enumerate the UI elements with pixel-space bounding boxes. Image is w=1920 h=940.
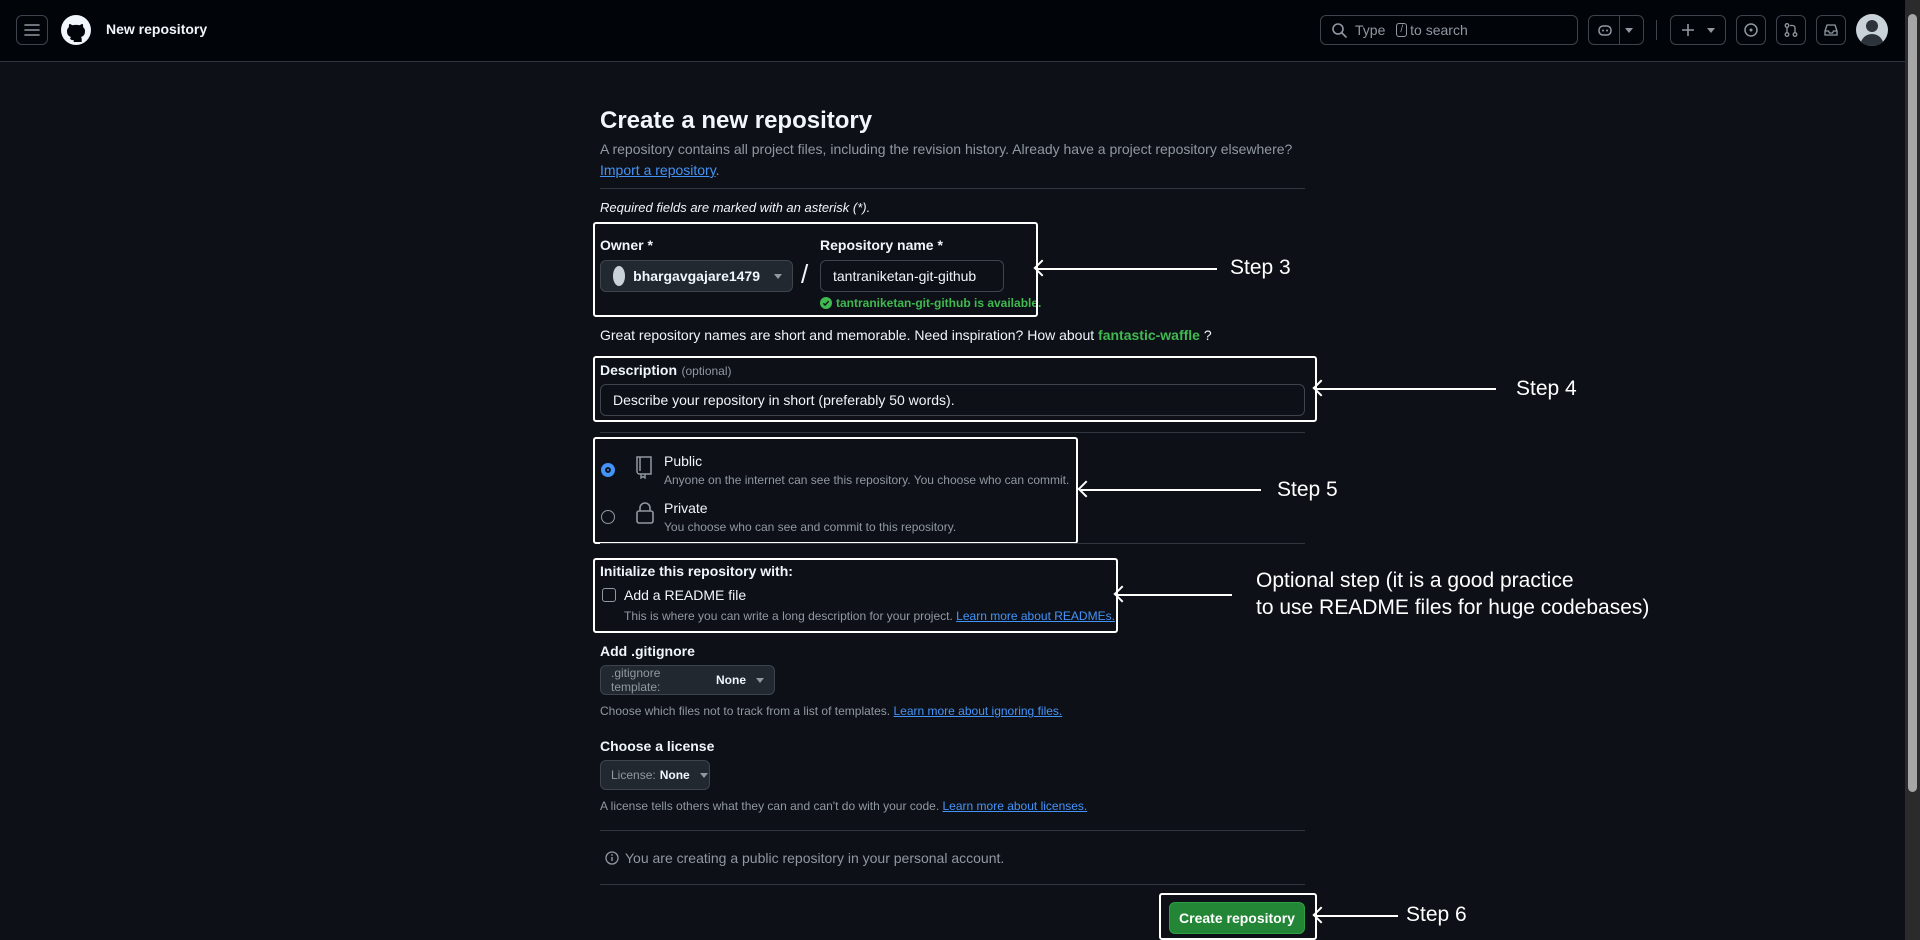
header-divider — [1656, 20, 1657, 40]
license-description: A license tells others what they can and… — [600, 799, 940, 813]
page-subtitle: A repository contains all project files,… — [600, 141, 1293, 157]
issues-icon — [1744, 23, 1758, 37]
step3-label: Step 3 — [1230, 256, 1291, 279]
search-input[interactable]: Type / to search — [1320, 15, 1578, 45]
license-select-value: None — [659, 768, 690, 782]
plus-icon — [1682, 24, 1694, 36]
search-icon — [1332, 23, 1347, 38]
pull-request-icon — [1784, 23, 1798, 37]
step6-label: Step 6 — [1406, 903, 1467, 926]
gitignore-learn-more-link[interactable]: Learn more about ignoring files. — [893, 704, 1062, 718]
suggested-name-link[interactable]: fantastic-waffle — [1098, 327, 1200, 343]
step5-highlight-box — [593, 437, 1078, 544]
gitignore-select-prefix: .gitignore template: — [611, 666, 661, 694]
info-icon — [605, 851, 619, 865]
optional-step-label-line1: Optional step (it is a good practice — [1256, 569, 1574, 592]
license-heading: Choose a license — [600, 738, 715, 754]
optional-step-highlight-box — [593, 558, 1118, 633]
chevron-down-icon — [1707, 27, 1715, 33]
search-suffix: to search — [1410, 22, 1468, 38]
create-new-button[interactable] — [1670, 15, 1726, 45]
divider — [600, 543, 1305, 544]
step4-highlight-box — [593, 356, 1317, 422]
step5-arrow — [1081, 489, 1261, 491]
gitignore-heading: Add .gitignore — [600, 643, 695, 659]
search-prefix: Type — [1355, 22, 1386, 38]
copilot-button[interactable] — [1588, 15, 1644, 45]
copilot-icon — [1598, 25, 1612, 36]
license-learn-more-link[interactable]: Learn more about licenses. — [943, 799, 1088, 813]
divider — [600, 188, 1305, 189]
optional-step-arrow — [1117, 594, 1232, 596]
license-select[interactable]: License: None — [600, 760, 710, 790]
license-select-prefix: License: — [611, 768, 656, 782]
hamburger-icon — [24, 24, 40, 36]
divider — [600, 830, 1305, 831]
inbox-button[interactable] — [1816, 15, 1846, 45]
step4-label: Step 4 — [1516, 377, 1577, 400]
step3-highlight-box — [593, 222, 1038, 317]
divider — [600, 884, 1305, 885]
page-heading: Create a new repository — [600, 107, 873, 134]
pull-requests-button[interactable] — [1776, 15, 1806, 45]
gitignore-select-value: None — [716, 673, 746, 687]
info-message: You are creating a public repository in … — [625, 850, 1005, 866]
required-note: Required fields are marked with an aster… — [600, 200, 871, 215]
inbox-icon — [1824, 24, 1838, 36]
divider — [600, 432, 1305, 433]
issues-button[interactable] — [1736, 15, 1766, 45]
menu-button[interactable] — [16, 15, 48, 45]
chevron-down-icon — [1625, 28, 1633, 33]
chevron-down-icon — [699, 772, 708, 778]
avatar[interactable] — [1856, 14, 1888, 46]
gitignore-description: Choose which files not to track from a l… — [600, 704, 891, 718]
search-shortcut-key: / — [1396, 23, 1408, 37]
scrollbar-thumb[interactable] — [1908, 14, 1917, 792]
suggestion-end: ? — [1203, 327, 1212, 343]
step5-label: Step 5 — [1277, 478, 1338, 501]
step4-arrow — [1316, 388, 1496, 390]
gitignore-select[interactable]: .gitignore template: None — [600, 665, 775, 695]
import-repository-link[interactable]: Import a repository — [600, 162, 716, 178]
chevron-down-icon — [756, 677, 764, 683]
step6-arrow — [1316, 915, 1398, 917]
step6-highlight-box — [1159, 893, 1317, 940]
github-logo-icon[interactable] — [61, 15, 91, 45]
step3-arrow — [1037, 268, 1217, 270]
page-title[interactable]: New repository — [106, 21, 207, 37]
suggestion-text: Great repository names are short and mem… — [600, 327, 1095, 343]
top-header: New repository Type / to search — [0, 0, 1905, 62]
optional-step-label-line2: to use README files for huge codebases) — [1256, 596, 1650, 619]
